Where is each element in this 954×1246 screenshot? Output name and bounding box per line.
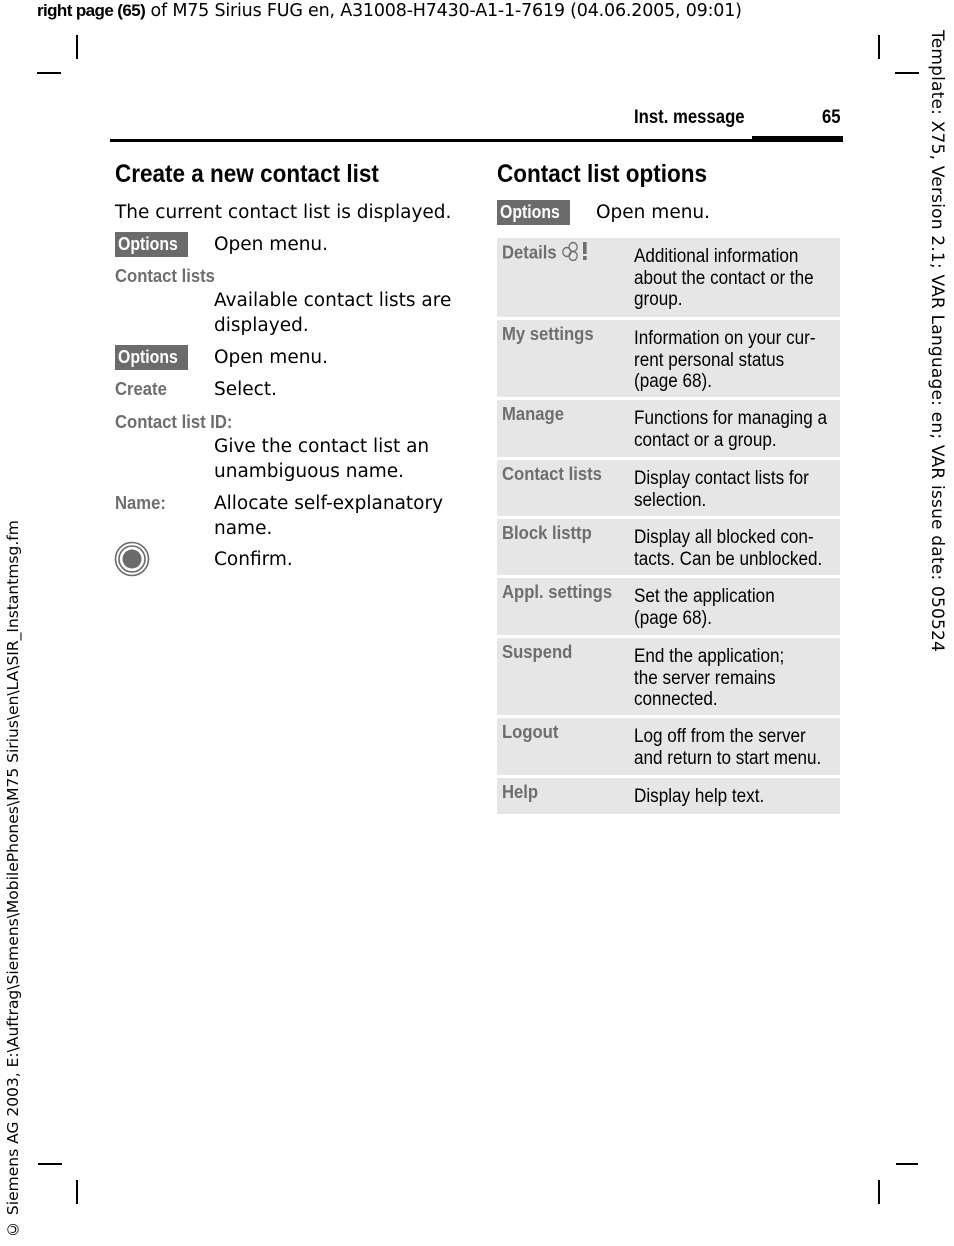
step-text: Open menu.: [214, 234, 329, 255]
menu-label-contact-list-id: Contact list ID:: [115, 411, 233, 432]
crop-mark: [76, 1180, 78, 1204]
file-path-info: © Siemens AG 2003, E:\Auftrag\Siemens\Mo…: [4, 520, 22, 1238]
crop-mark: [38, 1163, 62, 1165]
step-text: Allocate self-explanatory name.: [214, 493, 444, 539]
step-text: Give the contact list an unambiguous nam…: [214, 436, 430, 482]
options-softkey[interactable]: Options: [115, 345, 188, 370]
softkey-text: Open menu.: [596, 202, 711, 223]
option-description: Display contact lists for selection.: [634, 468, 809, 511]
option-description: Display help text.: [634, 786, 765, 807]
option-description: End the application; the server remains …: [634, 646, 785, 710]
header-rule-accent: [752, 136, 843, 142]
option-name: Logout: [502, 721, 559, 742]
template-info: Template: X75, Version 2.1; VAR Language…: [927, 30, 947, 653]
option-row-help: Help Display help text.: [497, 778, 840, 814]
option-description: Log off from the server and return to st…: [634, 726, 822, 769]
option-name: Contact lists: [502, 463, 602, 484]
option-description: Additional information about the contact…: [634, 246, 814, 310]
options-softkey[interactable]: Options: [115, 232, 188, 257]
option-name-text: Details: [502, 241, 557, 263]
options-table: Details Additional information about the…: [497, 238, 840, 817]
crop-mark: [76, 35, 78, 59]
option-name: Appl. settings: [502, 581, 613, 602]
option-name: Block listtp: [502, 522, 592, 543]
crop-mark: [896, 1163, 918, 1165]
option-row-contact-lists: Contact lists Display contact lists for …: [497, 460, 840, 516]
section-title: Inst. message: [634, 107, 745, 128]
option-description: Information on your cur- rent personal s…: [634, 328, 816, 392]
contact-group-icon: [561, 241, 592, 266]
step-text: Select.: [214, 379, 277, 400]
menu-label-name: Name:: [115, 492, 166, 513]
option-name: My settings: [502, 323, 594, 344]
right-heading: Contact list options: [497, 160, 707, 188]
softkey-label: Options: [118, 234, 178, 254]
softkey-label: Options: [500, 202, 560, 222]
softkey-label: Options: [118, 347, 178, 367]
option-row-logout: Logout Log off from the server and retur…: [497, 718, 840, 775]
option-row-block-list: Block listtp Display all blocked con- ta…: [497, 519, 840, 575]
crop-mark: [878, 1180, 880, 1204]
left-heading: Create a new contact list: [115, 160, 379, 188]
options-softkey[interactable]: Options: [497, 200, 570, 225]
print-header-line: right page (65) of M75 Sirius FUG en, A3…: [37, 0, 742, 22]
header-rule: [110, 139, 753, 142]
option-row-manage: Manage Functions for managing a contact …: [497, 400, 840, 457]
print-header-doc: of M75 Sirius FUG en, A31008-H7430-A1-1-…: [145, 1, 742, 21]
option-name: Details: [502, 241, 592, 266]
step-text: Available contact lists are displayed.: [214, 290, 452, 336]
option-description: Display all blocked con- tacts. Can be u…: [634, 527, 823, 570]
intro-text: The current contact list is displayed.: [115, 202, 452, 223]
confirm-key-icon[interactable]: [114, 541, 150, 577]
print-header-page: right page (65): [37, 1, 146, 20]
option-name: Suspend: [502, 641, 573, 662]
step-text: Open menu.: [214, 347, 329, 368]
option-row-my-settings: My settings Information on your cur- ren…: [497, 320, 840, 397]
crop-mark: [895, 72, 919, 74]
option-description: Functions for managing a contact or a gr…: [634, 408, 827, 451]
option-name: Manage: [502, 403, 565, 424]
option-row-appl-settings: Appl. settings Set the application (page…: [497, 578, 840, 635]
crop-mark: [878, 35, 880, 59]
step-text: Confirm.: [214, 549, 293, 570]
option-row-suspend: Suspend End the application; the server …: [497, 638, 840, 715]
menu-label-create: Create: [115, 378, 167, 399]
option-description: Set the application (page 68).: [634, 586, 775, 629]
crop-mark: [37, 72, 61, 74]
menu-label-contact-lists: Contact lists: [115, 265, 215, 286]
option-name: Help: [502, 781, 539, 802]
page-number: 65: [822, 107, 841, 128]
option-row-details: Details Additional information about the…: [497, 238, 840, 317]
